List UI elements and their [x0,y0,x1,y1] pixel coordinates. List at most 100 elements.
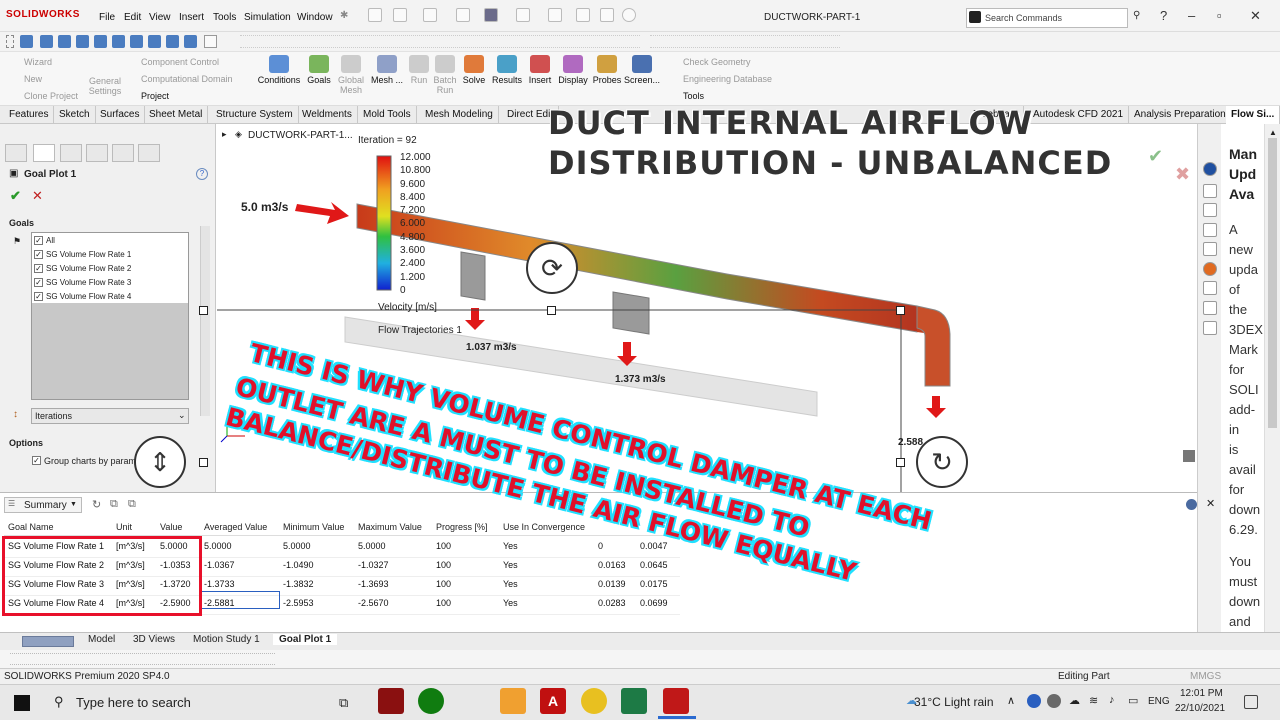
scroll-up-icon[interactable]: ▲ [1269,128,1277,137]
tab-analysis-preparation[interactable]: Analysis Preparation [1129,106,1232,124]
table-cell[interactable]: 0.0175 [640,579,668,589]
tab-motion-study[interactable]: Motion Study 1 [187,634,266,645]
autocad-icon[interactable]: A [540,688,566,714]
wifi-icon[interactable]: ≋ [1089,694,1098,707]
rotate-icon[interactable]: ⟳ [526,242,578,294]
goal-2-checkbox[interactable]: ✓ [34,264,43,273]
ok-check-icon[interactable]: ✔ [10,188,21,204]
pm-scrollbar[interactable] [200,226,210,416]
probes-button[interactable]: Probes [592,55,622,85]
tab-mesh-modeling[interactable]: Mesh Modeling [420,106,499,124]
custom-properties-icon[interactable] [1203,281,1217,295]
appearance-tab-icon[interactable] [112,144,134,162]
taskbar-search-input[interactable]: Type here to search [76,695,191,710]
battery-icon[interactable]: ▭ [1128,694,1138,707]
search-magnifier-icon[interactable]: ⚲ [1133,10,1140,21]
goal-3-checkbox[interactable]: ✓ [34,278,43,287]
solidworks-resources-icon[interactable] [1203,162,1217,176]
appearances-icon[interactable] [1203,262,1217,276]
gear-icon[interactable] [622,8,636,22]
tree-root-label[interactable]: DUCTWORK-PART-1... [248,130,353,141]
chrome-icon[interactable] [581,688,607,714]
tray-app-icon[interactable] [1027,694,1041,708]
tab-goal-plot[interactable]: Goal Plot 1 [273,634,338,645]
forum-icon[interactable] [1203,301,1217,315]
app-orange-icon[interactable] [500,688,526,714]
new-file-icon[interactable] [393,8,407,22]
tab-flow-simulation[interactable]: Flow Si... [1226,106,1280,124]
isometric-icon[interactable] [184,35,197,48]
conditions-button[interactable]: Conditions [256,55,302,85]
property-tab-icon[interactable] [33,144,55,162]
menu-simulation[interactable]: Simulation [244,12,291,23]
view-top-icon[interactable] [148,35,161,48]
tray-app-icon-2[interactable] [1047,694,1061,708]
global-mesh-button[interactable]: Global Mesh [336,55,366,95]
cell-editor-focus[interactable] [200,591,280,609]
computational-domain-button[interactable]: Computational Domain [141,74,233,84]
save-icon[interactable] [456,8,470,22]
table-cell[interactable]: -2.5670 [358,598,389,608]
scroll-thumb[interactable] [1268,138,1277,428]
check-geometry-button[interactable]: Check Geometry [683,57,751,67]
search-commands-input[interactable]: Search Commands [966,8,1128,28]
panel-help-icon[interactable] [1186,499,1197,510]
tab-weldments[interactable]: Weldments [297,106,358,124]
export-icon[interactable]: ⧉ [128,498,136,511]
table-cell[interactable]: 0.0283 [598,598,626,608]
copy-icon[interactable]: ⧉ [110,498,118,511]
task-view-icon[interactable]: ⧉ [339,695,348,711]
table-cell[interactable]: 100 [436,541,451,551]
table-cell[interactable]: 5.0000 [283,541,311,551]
table-cell[interactable]: 0 [598,541,603,551]
table-cell[interactable]: -1.3693 [358,579,389,589]
panel-close-icon[interactable]: ✕ [1206,497,1215,510]
menu-file[interactable]: File [99,12,115,23]
project-button[interactable]: Project [141,91,169,101]
table-cell[interactable]: -1.0367 [204,560,235,570]
app-red-icon[interactable] [378,688,404,714]
view-left-icon[interactable] [112,35,125,48]
table-cell[interactable]: Yes [503,579,518,589]
display-button[interactable]: Display [556,55,590,85]
run-button[interactable]: Run [408,55,430,85]
mesh-button[interactable]: Mesh ... [368,55,406,85]
menu-window[interactable]: Window [297,12,333,23]
solidworks-taskbar-icon[interactable] [663,688,689,714]
clone-project-button[interactable]: Clone Project [24,91,78,101]
feature-tree-tab-icon[interactable] [5,144,27,162]
table-cell[interactable]: -2.5953 [283,598,314,608]
tray-chevron-icon[interactable]: ∧ [1007,694,1015,707]
drawing-icon[interactable] [58,35,71,48]
notification-icon[interactable] [1244,695,1258,709]
clock-time[interactable]: 12:01 PM [1180,688,1223,699]
part-icon[interactable] [20,35,33,48]
news-scrollbar[interactable]: ▲ ▼ [1264,124,1280,644]
tab-mold-tools[interactable]: Mold Tools [358,106,417,124]
table-cell[interactable]: 5.0000 [358,541,386,551]
selection-handle[interactable] [896,458,905,467]
close-icon[interactable]: ✕ [1250,8,1261,24]
view-palette-icon[interactable] [1203,242,1217,256]
excel-icon[interactable] [621,688,647,714]
table-cell[interactable]: 100 [436,560,451,570]
table-cell[interactable]: -1.0490 [283,560,314,570]
assembly-icon[interactable] [40,35,53,48]
help-circle-icon[interactable]: ? [196,168,208,180]
help-icon[interactable]: ? [1160,8,1167,23]
selection-handle[interactable] [199,458,208,467]
group-charts-checkbox[interactable]: ✓ [32,456,41,465]
goal-all-checkbox[interactable]: ✓ [34,236,43,245]
summary-dropdown[interactable]: ☰ Summary ▼ [4,497,82,513]
table-cell[interactable]: 0.0645 [640,560,668,570]
library-icon[interactable] [1203,203,1217,217]
clock-date[interactable]: 22/10/2021 [1175,703,1225,714]
table-cell[interactable]: -1.3733 [204,579,235,589]
goal-1-checkbox[interactable]: ✓ [34,250,43,259]
flip-vertical-icon[interactable]: ⇕ [134,436,186,488]
view-back-icon[interactable] [94,35,107,48]
new-project-button[interactable]: New [24,74,42,84]
cancel-x-icon[interactable]: ✕ [32,188,43,204]
weather-label[interactable]: 31°C Light rain [914,695,994,709]
tab-sketch[interactable]: Sketch [54,106,96,124]
